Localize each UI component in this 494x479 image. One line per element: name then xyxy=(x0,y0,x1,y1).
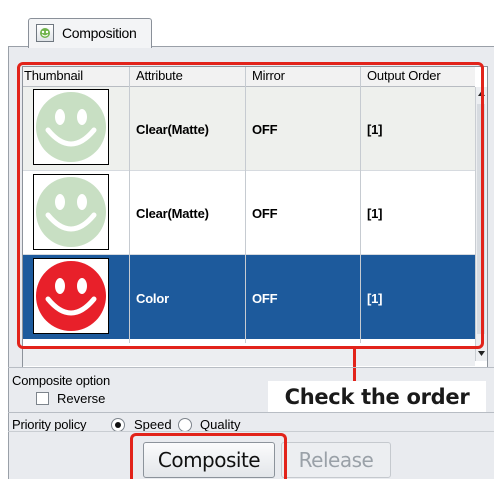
table-empty-area xyxy=(23,346,475,366)
tab-label: Composition xyxy=(62,25,137,41)
composite-option-label: Composite option xyxy=(12,373,110,388)
section-divider xyxy=(8,367,494,368)
highlight-box-composite xyxy=(130,433,287,479)
speed-label[interactable]: Speed xyxy=(134,417,172,432)
check-order-callout: Check the order xyxy=(268,381,486,413)
composition-icon xyxy=(36,24,54,42)
release-button[interactable]: Release xyxy=(281,442,391,478)
quality-radio[interactable] xyxy=(178,418,192,432)
section-divider xyxy=(8,431,494,432)
callout-connector xyxy=(353,347,356,381)
speed-radio-dot xyxy=(115,422,121,428)
priority-policy-label: Priority policy xyxy=(12,417,87,432)
quality-label[interactable]: Quality xyxy=(200,417,240,432)
reverse-label[interactable]: Reverse xyxy=(57,391,105,406)
highlight-box-table xyxy=(17,62,484,349)
section-divider xyxy=(8,412,494,413)
composition-icon-graphic xyxy=(40,28,50,38)
reverse-checkbox[interactable] xyxy=(36,392,49,405)
